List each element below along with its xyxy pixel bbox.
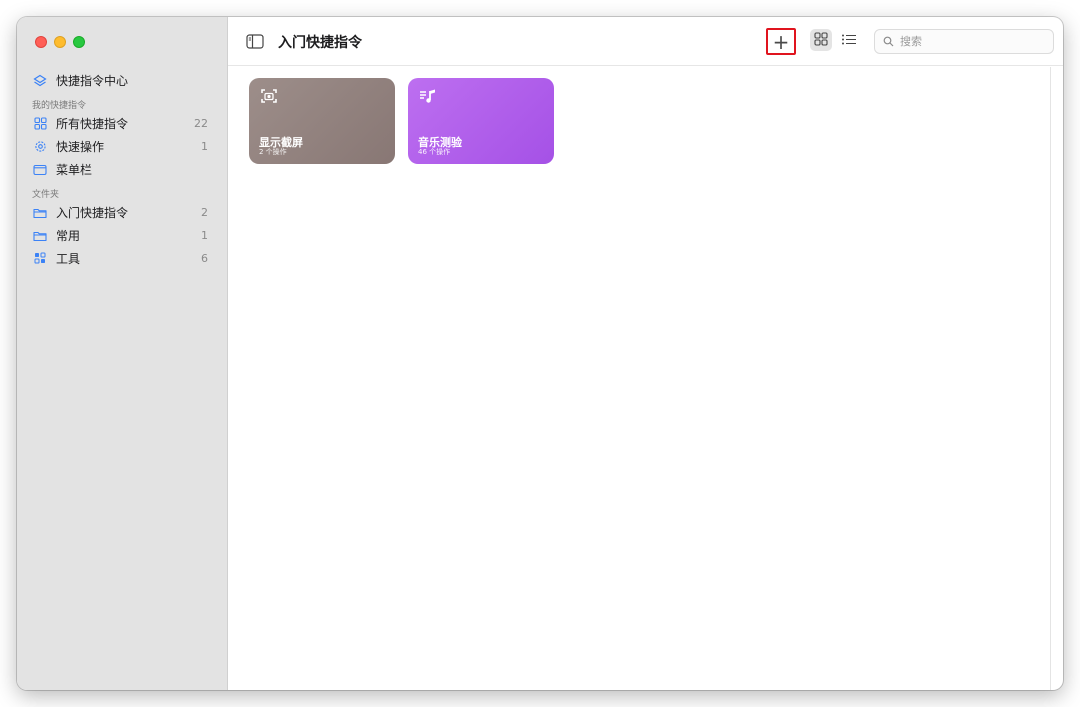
- screenshot-icon: [259, 89, 279, 110]
- search-input[interactable]: [900, 35, 1040, 48]
- shortcut-action-count: 46 个操作: [418, 148, 451, 156]
- search-field[interactable]: [874, 29, 1054, 54]
- layers-icon: [32, 73, 48, 89]
- sidebar-item-gallery[interactable]: 快捷指令中心: [17, 70, 227, 91]
- music-list-icon: [418, 89, 438, 110]
- sidebar-toggle-icon[interactable]: [246, 34, 264, 49]
- grid-view-icon: [814, 31, 828, 50]
- minimize-window-button[interactable]: [54, 36, 66, 48]
- sidebar-item-label: 常用: [56, 229, 81, 243]
- shortcuts-window: 快捷指令中心 我的快捷指令 所有快捷指令 22 快速操作 1 菜单栏 文件夹 入…: [17, 17, 1063, 690]
- list-view-icon: [841, 31, 857, 50]
- sidebar-item-count: 1: [201, 140, 208, 153]
- main-panel: 入门快捷指令 + 搜索 显示截屏 2 个操作 音乐测验 46 个操作: [228, 17, 1063, 690]
- gear-icon: [32, 139, 48, 155]
- shortcut-action-count: 2 个操作: [259, 148, 287, 156]
- sidebar: 快捷指令中心 我的快捷指令 所有快捷指令 22 快速操作 1 菜单栏 文件夹 入…: [17, 17, 228, 690]
- shortcut-card[interactable]: 显示截屏 2 个操作: [249, 78, 395, 164]
- apps-icon: [32, 251, 48, 267]
- folder-icon: [32, 228, 48, 244]
- sidebar-item-tools[interactable]: 工具 6: [17, 248, 227, 269]
- add-shortcut-button[interactable]: +: [766, 28, 796, 55]
- sidebar-item-label: 工具: [56, 252, 81, 266]
- sidebar-item-all-shortcuts[interactable]: 所有快捷指令 22: [17, 113, 227, 134]
- close-window-button[interactable]: [35, 36, 47, 48]
- toolbar: 入门快捷指令 +: [228, 17, 1063, 66]
- sidebar-item-starter-shortcuts[interactable]: 入门快捷指令 2: [17, 202, 227, 223]
- sidebar-item-count: 6: [201, 252, 208, 265]
- menubar-icon: [32, 162, 48, 178]
- sidebar-list: 快捷指令中心 我的快捷指令 所有快捷指令 22 快速操作 1 菜单栏 文件夹 入…: [17, 70, 227, 271]
- folder-icon: [32, 205, 48, 221]
- zoom-window-button[interactable]: [73, 36, 85, 48]
- sidebar-item-quick-actions[interactable]: 快速操作 1: [17, 136, 227, 157]
- section-header-folders: 文件夹: [32, 190, 60, 200]
- sidebar-item-count: 22: [194, 117, 208, 130]
- sidebar-item-label: 快捷指令中心: [56, 74, 129, 88]
- search-icon: [883, 32, 894, 51]
- sidebar-item-common[interactable]: 常用 1: [17, 225, 227, 246]
- sidebar-item-label: 所有快捷指令: [56, 117, 129, 131]
- sidebar-item-count: 2: [201, 206, 208, 219]
- section-header-my-shortcuts: 我的快捷指令: [32, 101, 87, 111]
- sidebar-item-label: 菜单栏: [56, 163, 93, 177]
- sidebar-item-label: 入门快捷指令: [56, 206, 129, 220]
- page-title: 入门快捷指令: [278, 35, 362, 51]
- plus-icon: +: [772, 29, 790, 54]
- window-controls: [35, 36, 85, 48]
- shortcut-card[interactable]: 音乐测验 46 个操作: [408, 78, 554, 164]
- grid-icon: [32, 116, 48, 132]
- shortcut-grid: 显示截屏 2 个操作 音乐测验 46 个操作: [228, 67, 1063, 690]
- grid-view-button[interactable]: [810, 29, 832, 51]
- sidebar-item-menu-bar[interactable]: 菜单栏: [17, 159, 227, 180]
- sidebar-item-label: 快速操作: [56, 140, 105, 154]
- list-view-button[interactable]: [838, 29, 860, 51]
- sidebar-item-count: 1: [201, 229, 208, 242]
